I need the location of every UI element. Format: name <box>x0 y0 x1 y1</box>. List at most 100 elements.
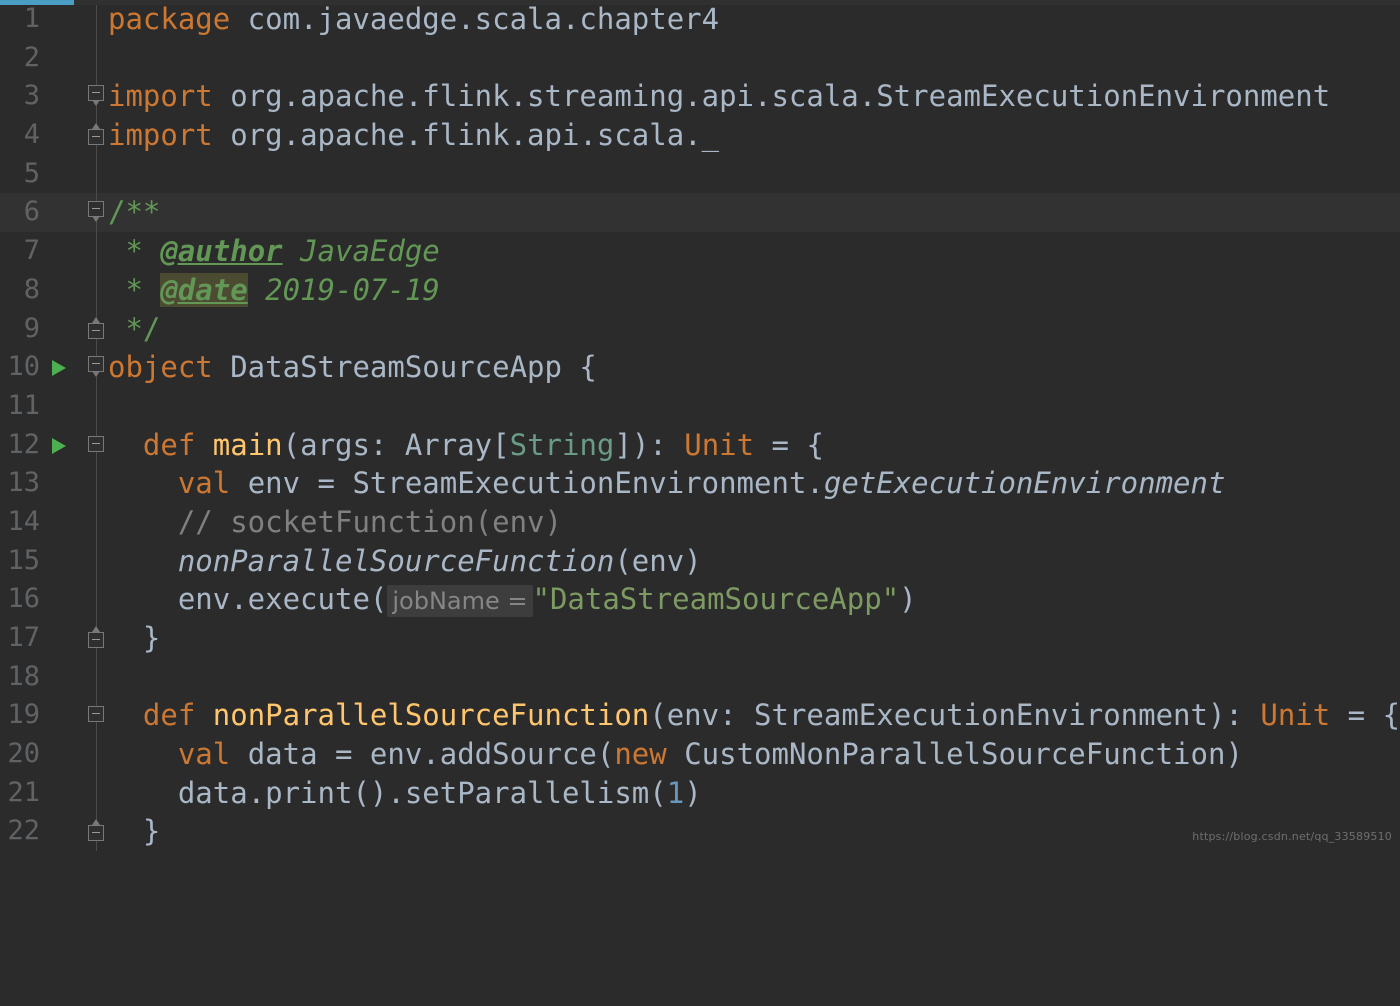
code-content-21: data.print().setParallelism(1) <box>108 774 702 813</box>
token-type-array: Array <box>404 427 493 462</box>
line-number: 7 <box>23 235 40 267</box>
gutter-6[interactable]: 6 <box>0 193 108 233</box>
code-content-1: package com.javaedge.scala.chapter4 <box>108 0 719 39</box>
fold-marker-icon[interactable] <box>88 85 106 107</box>
code-content-20: val data = env.addSource(new CustomNonPa… <box>108 735 1243 774</box>
gutter-8[interactable]: 8 <box>0 270 108 310</box>
gutter-13[interactable]: 13 <box>0 464 108 503</box>
code-line-22[interactable]: 22 } <box>0 812 1400 852</box>
code-line-14[interactable]: 14 // socketFunction(env) <box>0 502 1400 542</box>
code-line-18[interactable]: 18 <box>0 657 1400 697</box>
gutter-2[interactable]: 2 <box>0 38 108 78</box>
fold-marker-icon[interactable] <box>88 819 106 843</box>
token-call-chain: data.print().setParallelism( <box>177 775 667 810</box>
gutter-4[interactable]: 4 <box>0 116 108 155</box>
fold-marker-icon[interactable] <box>88 123 106 147</box>
run-object-icon[interactable] <box>52 360 66 377</box>
code-editor[interactable]: 1 package com.javaedge.scala.chapter4 2 … <box>0 0 1400 852</box>
gutter-5[interactable]: 5 <box>0 154 108 194</box>
gutter-20[interactable]: 20 <box>0 735 108 774</box>
token-doc-star: * <box>108 272 161 307</box>
line-number: 22 <box>7 815 40 847</box>
line-number: 6 <box>23 196 40 228</box>
token-import-path: org.apache.flink.api.scala._ <box>212 118 720 153</box>
code-line-5[interactable]: 5 <box>0 154 1400 194</box>
code-line-2[interactable]: 2 <box>0 38 1400 78</box>
token-doc-value-date: 2019-07-19 <box>247 272 440 307</box>
code-content-7: * @author JavaEdge <box>108 232 439 271</box>
code-line-1[interactable]: 1 package com.javaedge.scala.chapter4 <box>0 0 1400 39</box>
code-line-10[interactable]: 10 object DataStreamSourceApp { <box>0 348 1400 387</box>
fold-marker-icon[interactable] <box>88 706 106 724</box>
code-line-6[interactable]: 6 /** <box>0 193 1400 233</box>
code-line-20[interactable]: 20 val data = env.addSource(new CustomNo… <box>0 735 1400 774</box>
code-content-10: object DataStreamSourceApp { <box>108 348 597 387</box>
parameter-hint-jobname[interactable]: jobName = <box>387 585 533 618</box>
fold-marker-icon[interactable] <box>88 626 106 650</box>
gutter-3[interactable]: 3 <box>0 77 108 117</box>
token-import-path: org.apache.flink.streaming.api.scala.Str… <box>212 79 1331 114</box>
token-keyword: def <box>142 427 196 462</box>
fold-connector-line <box>96 464 97 503</box>
token-method-call: nonParallelSourceFunction <box>177 543 615 578</box>
run-method-icon[interactable] <box>52 437 66 454</box>
gutter-9[interactable]: 9 <box>0 309 108 349</box>
gutter-16[interactable]: 16 <box>0 580 108 619</box>
line-number: 18 <box>7 660 40 692</box>
token-keyword: object <box>108 350 213 385</box>
code-content-9: */ <box>108 310 160 349</box>
gutter-17[interactable]: 17 <box>0 619 108 658</box>
gutter-10[interactable]: 10 <box>0 348 108 387</box>
watermark-text: https://blog.csdn.net/qq_33589510 <box>1192 830 1392 843</box>
code-content-17: } <box>108 621 161 655</box>
gutter-18[interactable]: 18 <box>0 657 108 697</box>
token-params: (env: StreamExecutionEnvironment): <box>649 698 1261 733</box>
gutter-separator <box>96 154 97 194</box>
gutter-11[interactable]: 11 <box>0 386 108 426</box>
token-return-type: Unit <box>684 427 755 462</box>
token-brace: = { <box>1330 698 1400 733</box>
line-number: 1 <box>23 3 40 34</box>
code-line-4[interactable]: 4 import org.apache.flink.api.scala._ <box>0 116 1400 155</box>
line-number: 11 <box>7 389 40 421</box>
fold-marker-icon[interactable] <box>88 435 106 454</box>
code-content-14: // socketFunction(env) <box>108 503 562 542</box>
gutter-19[interactable]: 19 <box>0 696 108 736</box>
gutter-14[interactable]: 14 <box>0 502 108 542</box>
line-number: 5 <box>23 157 40 189</box>
code-line-7[interactable]: 7 * @author JavaEdge <box>0 232 1400 271</box>
token-doc-tag-date: @date <box>160 272 248 307</box>
line-number: 14 <box>7 505 40 537</box>
code-line-8[interactable]: 8 * @date 2019-07-19 <box>0 270 1400 310</box>
code-content-4: import org.apache.flink.api.scala._ <box>108 116 719 155</box>
code-line-17[interactable]: 17 } <box>0 619 1400 658</box>
gutter-12[interactable]: 12 <box>0 425 108 465</box>
code-line-21[interactable]: 21 data.print().setParallelism(1) <box>0 773 1400 813</box>
gutter-1[interactable]: 1 <box>0 0 108 39</box>
code-line-11[interactable]: 11 <box>0 386 1400 426</box>
code-line-19[interactable]: 19 def nonParallelSourceFunction(env: St… <box>0 696 1400 736</box>
token-keyword-new: new <box>614 737 667 772</box>
line-number: 16 <box>7 583 40 615</box>
gutter-15[interactable]: 15 <box>0 541 108 581</box>
fold-marker-icon[interactable] <box>88 356 106 378</box>
line-number: 9 <box>23 312 40 344</box>
editor-top-accent-bar <box>0 0 74 5</box>
code-line-15[interactable]: 15 nonParallelSourceFunction(env) <box>0 541 1400 581</box>
code-line-3[interactable]: 3 import org.apache.flink.streaming.api.… <box>0 77 1400 117</box>
fold-marker-icon[interactable] <box>88 316 106 341</box>
token-doc-star: * <box>108 234 161 269</box>
code-content-8: * @date 2019-07-19 <box>108 271 440 310</box>
code-line-12[interactable]: 12 def main(args: Array[String]): Unit =… <box>0 425 1400 465</box>
gutter-7[interactable]: 7 <box>0 232 108 271</box>
token-call-head: env.execute( <box>177 582 388 617</box>
code-line-13[interactable]: 13 val env = StreamExecutionEnvironment.… <box>0 464 1400 503</box>
code-content-16: env.execute(jobName = "DataStreamSourceAp… <box>108 580 917 621</box>
code-line-16[interactable]: 16 env.execute(jobName = "DataStreamSourc… <box>0 580 1400 619</box>
fold-marker-icon[interactable] <box>88 201 106 223</box>
code-line-9[interactable]: 9 */ <box>0 309 1400 349</box>
token-bracket: [ <box>492 427 510 462</box>
gutter-22[interactable]: 22 <box>0 812 108 852</box>
gutter-21[interactable]: 21 <box>0 773 108 813</box>
code-content-6: /** <box>108 193 160 232</box>
